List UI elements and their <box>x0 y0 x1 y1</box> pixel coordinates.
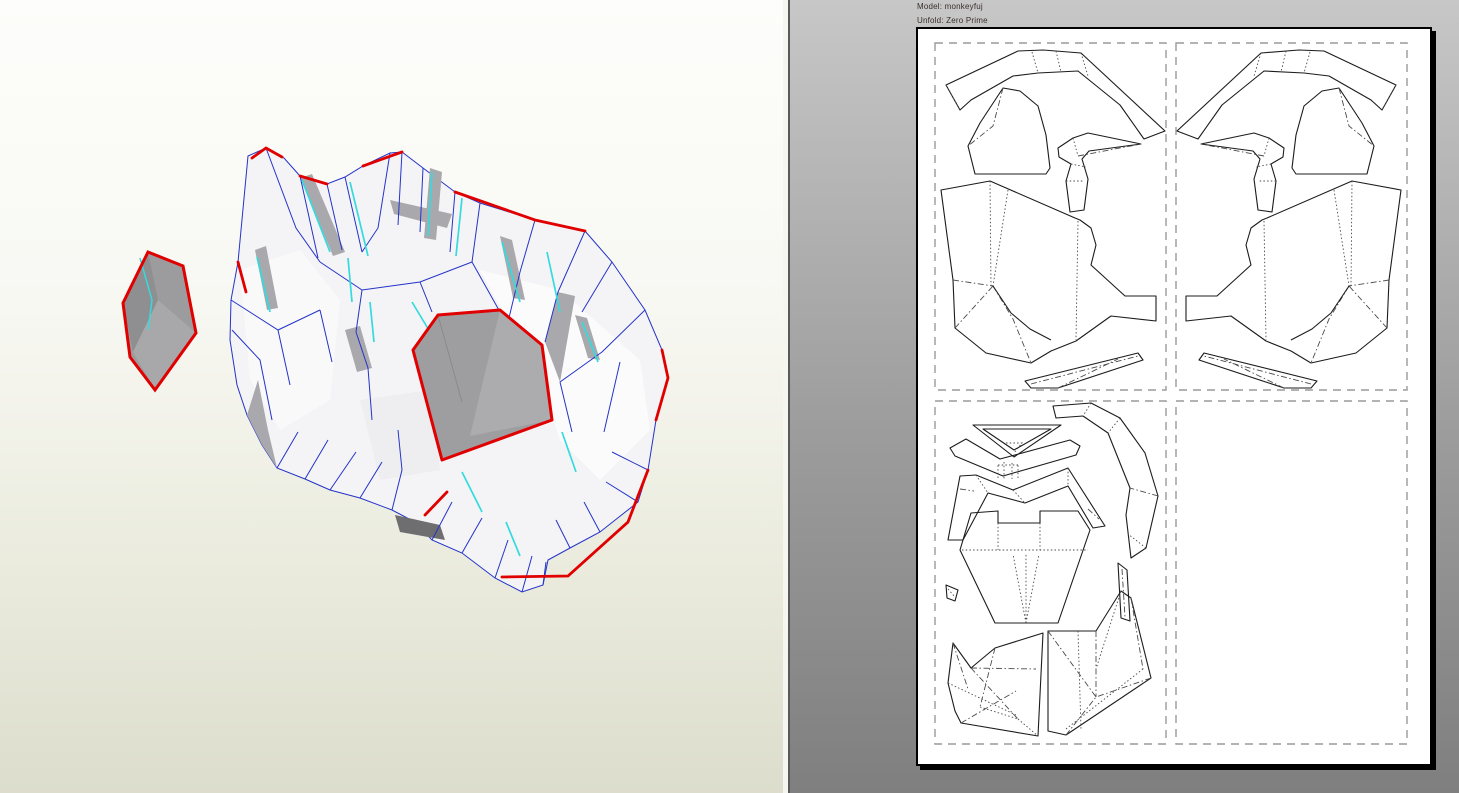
page-margins <box>934 42 1408 745</box>
3d-model-canvas[interactable] <box>0 0 783 793</box>
piece-side-panel[interactable] <box>940 180 1157 364</box>
piece-cheek-panel[interactable] <box>967 87 1051 175</box>
pattern-viewport[interactable]: Model: monkeyfuj Unfold: Zero Prime <box>790 0 1459 793</box>
pane-splitter[interactable] <box>783 0 790 793</box>
app-window: Model: monkeyfuj Unfold: Zero Prime <box>0 0 1459 793</box>
piece-sliver[interactable] <box>1024 352 1144 389</box>
piece-jaw-left[interactable] <box>947 632 1044 737</box>
piece-small-fragment[interactable] <box>945 584 959 602</box>
ear-piece[interactable] <box>121 250 198 393</box>
piece-c-band[interactable] <box>1052 402 1159 559</box>
piece-nose-center[interactable] <box>959 510 1091 624</box>
piece-visor-triangle[interactable] <box>972 424 1062 458</box>
pattern-canvas[interactable] <box>918 29 1430 764</box>
piece-chevron-band[interactable] <box>949 438 1081 479</box>
piece-brow-w[interactable] <box>947 467 1106 541</box>
piece-hook-arm[interactable] <box>1057 132 1142 213</box>
model-name-label: Model: monkeyfuj <box>917 2 983 11</box>
piece-jaw-right[interactable] <box>1047 590 1152 736</box>
unfold-name-label: Unfold: Zero Prime <box>917 16 988 25</box>
3d-model-viewport[interactable] <box>0 0 783 793</box>
pattern-page-sheet[interactable] <box>916 27 1432 766</box>
pattern-parts-top-right[interactable] <box>1176 49 1402 389</box>
pattern-parts-top-left[interactable] <box>940 49 1166 389</box>
pattern-parts-bottom-left[interactable] <box>945 402 1159 737</box>
